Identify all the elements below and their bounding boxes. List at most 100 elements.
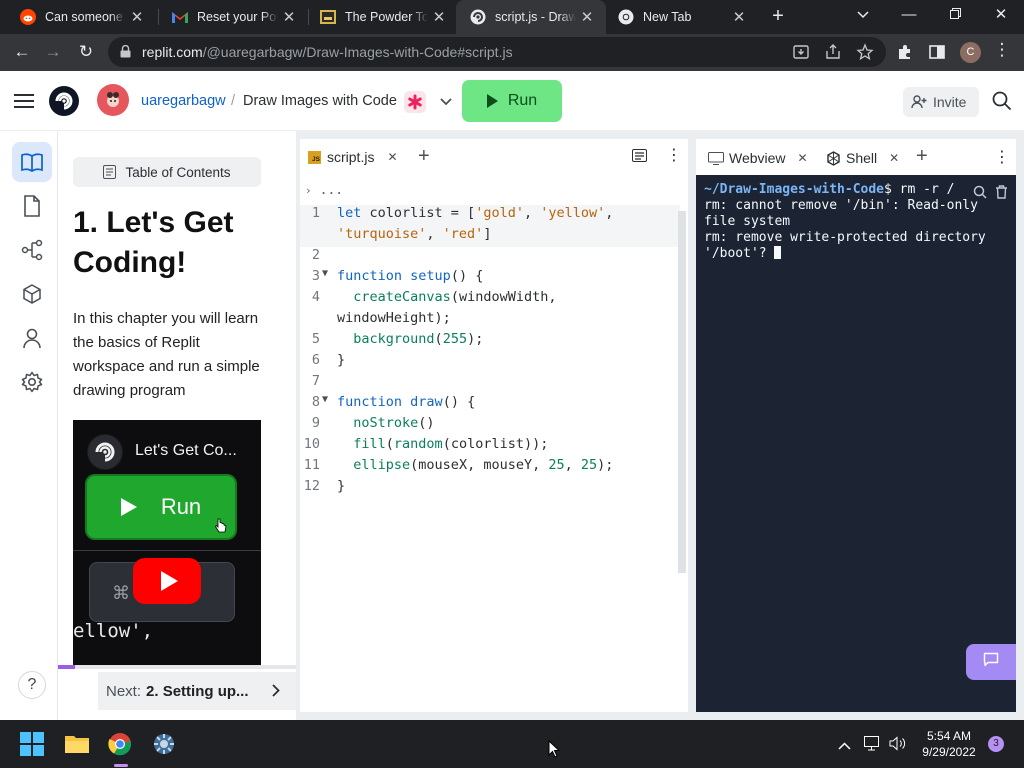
close-tab-icon[interactable]: ✕ [428,8,450,26]
search-icon[interactable] [992,91,1012,116]
shell-icon [826,150,841,166]
code-line[interactable]: 12} [300,478,680,499]
forward-arrow-icon[interactable]: → [40,39,66,65]
code-line[interactable]: 11 ellipse(mouseX, mouseY, 25, 25); [300,457,680,478]
chrome-icon [618,9,634,25]
browser-tab[interactable]: Can someone pl ✕ [6,0,156,34]
browser-tab[interactable]: New Tab ✕ [604,0,758,34]
code-line[interactable]: 3 ▼ function setup() { [300,268,680,289]
code-line[interactable]: 1 let colorlist = ['gold', 'yellow', [300,205,680,226]
editor-scrollbar[interactable] [678,211,686,573]
next-lesson-link[interactable]: Next: 2. Setting up... [98,672,296,710]
help-button[interactable]: ? [18,671,46,699]
table-of-contents-button[interactable]: Table of Contents [73,157,261,187]
browser-tab[interactable]: The Powder Toy ✕ [306,0,458,34]
line-number: 12 [303,478,320,494]
code-line[interactable]: 6} [300,352,680,373]
system-clock[interactable]: 5:54 AM 9/29/2022 [910,728,988,760]
settings-icon[interactable] [148,728,180,760]
address-bar[interactable]: replit.com/@uaregarbagw/Draw-Images-with… [108,37,886,67]
code-line[interactable]: 5 background(255); [300,331,680,352]
reload-icon[interactable]: ↻ [73,39,99,65]
user-avatar[interactable] [97,84,129,116]
close-tab-icon[interactable]: ✕ [387,150,397,164]
code-line[interactable]: 8 ▼ function draw() { [300,394,680,415]
packages-cube-icon[interactable] [12,274,52,314]
code-line[interactable]: 7 [300,373,680,394]
browser-tab-active[interactable]: script.js - Draw I ✕ [456,0,606,34]
shell-tab[interactable]: Shell ✕ [826,146,899,170]
chat-button[interactable] [966,644,1016,680]
code-breadcrumb[interactable]: ›... [305,183,343,198]
lock-icon[interactable] [120,44,131,63]
tab-search-icon[interactable] [840,0,886,32]
youtube-video-embed[interactable]: Let's Get Co... Run ⌘ ↵ rn ellow', [73,420,261,668]
webview-tab[interactable]: Webview ✕ [708,146,808,170]
chevron-down-icon[interactable] [440,93,452,111]
notification-badge[interactable]: 3 [988,736,1004,752]
file-explorer-icon[interactable] [61,728,93,760]
close-tab-icon[interactable]: ✕ [889,151,899,165]
restore-icon[interactable] [932,0,978,32]
code-line[interactable]: 4 createCanvas(windowWidth, [300,289,680,310]
shell-terminal[interactable]: ~/Draw-Images-with-Code$ rm -r / rm: can… [696,175,1016,712]
install-app-icon[interactable] [792,43,810,61]
run-button[interactable]: Run [462,80,562,122]
chevron-right-icon [272,684,280,697]
line-number: 5 [311,331,320,347]
breadcrumb-repl-name[interactable]: Draw Images with Code [243,93,397,109]
shell-tab-label: Shell [846,150,878,166]
share-icon[interactable] [824,43,842,61]
bookmark-star-icon[interactable] [856,43,874,61]
profile-avatar[interactable]: C [960,42,981,63]
breadcrumb-username[interactable]: uaregarbagw [141,93,226,109]
volume-icon[interactable] [889,736,907,756]
close-tab-icon[interactable]: ✕ [798,151,808,165]
p5js-language-icon[interactable] [404,91,426,113]
browser-tab[interactable]: Reset your Pow ✕ [158,0,308,34]
user-icon[interactable] [12,318,52,358]
fold-arrow-icon[interactable]: ▼ [322,268,332,279]
close-tab-icon[interactable]: ✕ [126,8,148,26]
back-arrow-icon[interactable]: ← [9,39,35,65]
editor-layout-icon[interactable] [632,149,647,167]
network-icon[interactable] [864,736,882,756]
script-js-tab[interactable]: JS script.js ✕ [308,145,398,169]
terminal-text: '/boot'? [704,246,775,261]
add-tab-icon[interactable]: + [916,145,928,168]
close-tab-icon[interactable]: ✕ [278,8,300,26]
close-window-icon[interactable]: ✕ [978,0,1024,32]
side-panel-icon[interactable] [928,43,948,63]
invite-button[interactable]: Invite [903,87,979,117]
files-icon[interactable] [12,186,52,226]
extensions-icon[interactable] [896,43,916,63]
version-control-icon[interactable] [12,230,52,270]
close-tab-icon[interactable]: ✕ [728,8,750,26]
hamburger-menu-icon[interactable] [14,93,34,114]
console-more-icon[interactable]: ⋮ [994,147,1010,167]
windows-start-icon[interactable] [16,728,48,760]
webview-tab-label: Webview [729,150,786,166]
code-line[interactable]: windowHeight); [300,310,680,331]
replit-logo-icon[interactable] [48,85,80,117]
editor-more-icon[interactable]: ⋮ [666,145,682,165]
chrome-icon[interactable] [104,728,136,760]
code-line[interactable]: 9 noStroke() [300,415,680,436]
minimize-icon[interactable]: — [886,0,932,32]
code-text: function draw() { [337,394,476,410]
youtube-play-button[interactable] [133,558,201,604]
code-line[interactable]: 'turquoise', 'red'] [300,226,680,247]
code-line[interactable]: 10 fill(random(colorlist)); [300,436,680,457]
trash-icon[interactable] [995,185,1008,204]
search-icon[interactable] [973,185,987,204]
new-tab-button[interactable]: + [766,5,790,29]
close-tab-icon[interactable]: ✕ [576,8,598,26]
add-tab-icon[interactable]: + [418,145,430,168]
book-icon[interactable] [12,142,52,182]
play-icon [120,498,137,516]
settings-gear-icon[interactable] [12,362,52,402]
fold-arrow-icon[interactable]: ▼ [322,394,332,405]
code-line[interactable]: 2 [300,247,680,268]
browser-menu-icon[interactable]: ⋮ [992,40,1012,60]
chevron-up-icon[interactable] [838,737,851,755]
